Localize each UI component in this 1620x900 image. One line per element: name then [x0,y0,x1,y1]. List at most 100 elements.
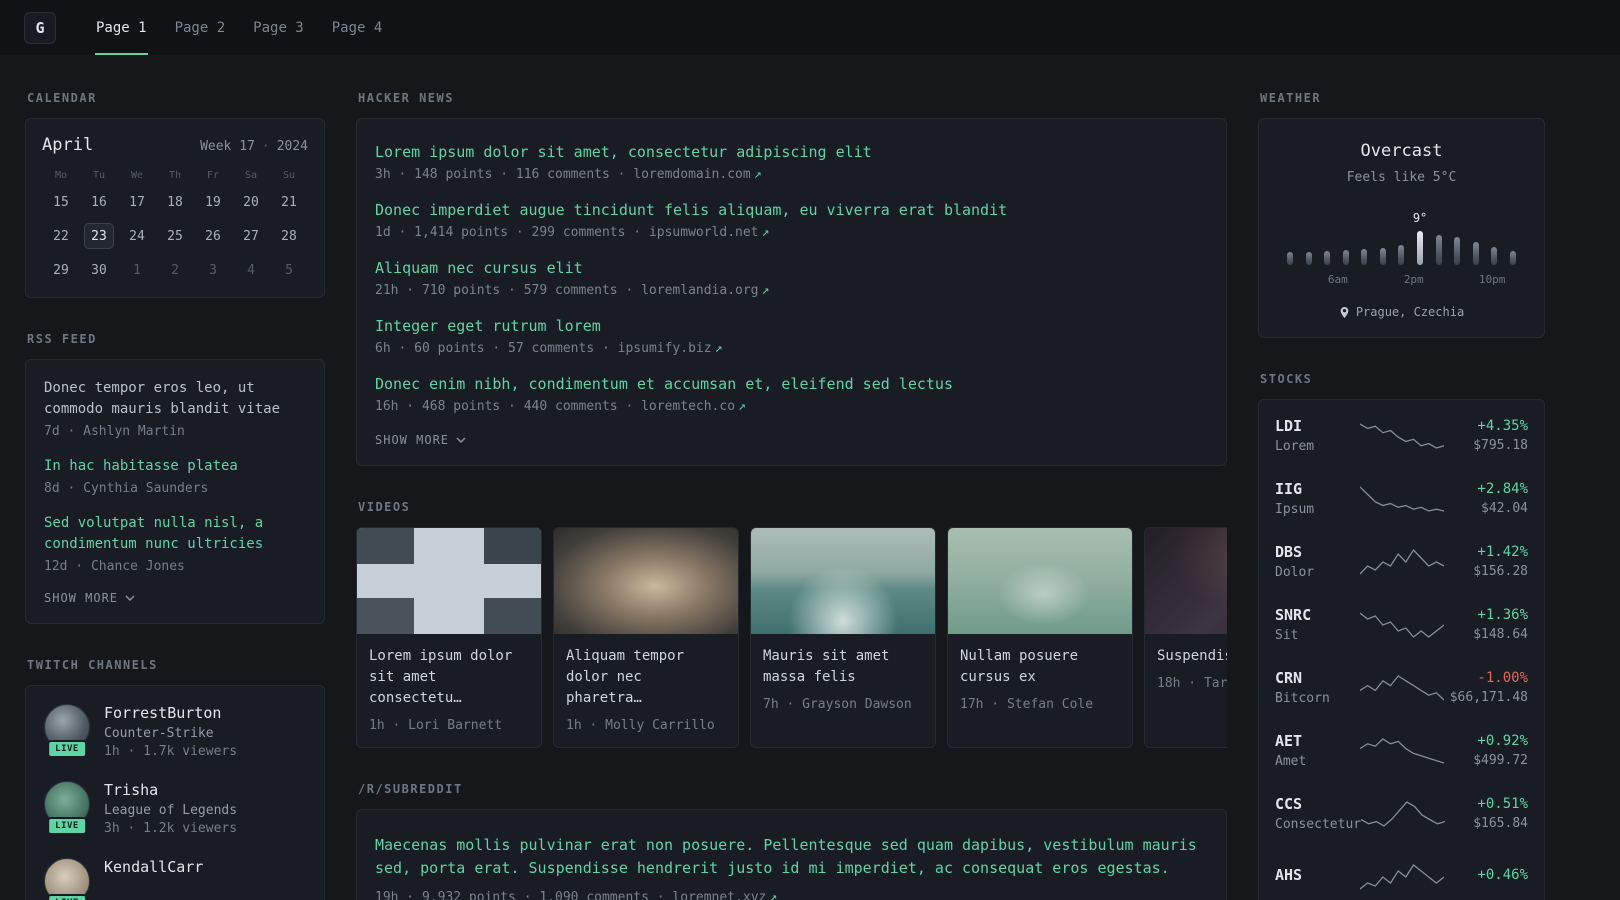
video-meta: 7h · Grayson Dawson [763,697,912,712]
tab-page-1[interactable]: Page 1 [82,0,161,55]
video-card[interactable]: Mauris sit amet massa felis 7h · Grayson… [750,527,936,748]
hn-show-more-button[interactable]: SHOW MORE [375,433,1208,447]
videos-widget: VIDEOS Lorem ipsum dolor sit amet consec… [356,500,1227,748]
hn-source-link[interactable]: loremtech.co ↗ [641,399,746,414]
video-title[interactable]: Nullam posuere cursus ex [960,646,1120,688]
video-card[interactable]: Lorem ipsum dolor sit amet consectetu… 1… [356,527,542,748]
stock-change: +0.92% [1477,733,1528,749]
twitch-channel[interactable]: LIVE ForrestBurton Counter-Strike 1h · 1… [44,704,306,759]
stock-sparkline-slot [1359,673,1444,703]
twitch-header: TWITCH CHANNELS [27,658,158,672]
hn-source-link[interactable]: ipsumify.biz ↗ [618,341,723,356]
calendar-day: 21 [281,194,297,210]
video-title[interactable]: Suspendisse diam [1157,646,1227,667]
stocks-widget: STOCKS LDI Lorem +4.35% $795.18 IIG Ipsum +… [1258,372,1545,900]
stock-row[interactable]: AHS +0.46% [1259,845,1544,900]
right-column: WEATHER Overcast Feels like 5°C 9° 6am 2… [1258,91,1545,900]
live-badge: LIVE [47,740,87,758]
stock-row[interactable]: CCS Consectetur +0.51% $165.84 [1259,782,1544,845]
calendar-day: 20 [243,194,259,210]
hn-source-link[interactable]: ipsumworld.net ↗ [649,225,769,240]
rss-item: Donec tempor eros leo, ut commodo mauris… [44,378,306,439]
chevron-down-icon [125,595,135,601]
stock-row[interactable]: DBS Dolor +1.42% $156.28 [1259,530,1544,593]
tab-page-4[interactable]: Page 4 [318,0,397,55]
video-thumbnail[interactable] [751,528,935,634]
video-meta: 1h · Molly Carrillo [566,718,715,733]
stocks-card: LDI Lorem +4.35% $795.18 IIG Ipsum +2.84% $4… [1258,399,1545,900]
stock-symbol: CCS [1275,795,1303,813]
hn-story-link[interactable]: Aliquam nec cursus elit [375,259,1208,277]
video-title[interactable]: Aliquam tempor dolor nec pharetra… [566,646,726,709]
rss-card: Donec tempor eros leo, ut commodo mauris… [25,359,325,624]
hn-item: Donec enim nibh, condimentum et accumsan… [375,375,1208,414]
rss-item-meta: 12d · Chance Jones [44,559,185,574]
twitch-channel[interactable]: LIVE KendallCarr [44,858,306,900]
subreddit-card: Maecenas mollis pulvinar erat non posuer… [356,809,1227,900]
stock-sparkline [1359,422,1444,449]
hn-story-link[interactable]: Lorem ipsum dolor sit amet, consectetur … [375,143,1208,161]
calendar-day: 28 [281,228,297,244]
hackernews-card: Lorem ipsum dolor sit amet, consectetur … [356,118,1227,466]
external-link-icon: ↗ [738,399,746,414]
stock-row[interactable]: SNRC Sit +1.36% $148.64 [1259,593,1544,656]
video-thumbnail[interactable] [1145,528,1227,634]
stock-row[interactable]: IIG Ipsum +2.84% $42.04 [1259,467,1544,530]
video-title[interactable]: Mauris sit amet massa felis [763,646,923,688]
video-thumbnail[interactable] [948,528,1132,634]
topbar: G Page 1 Page 2 Page 3 Page 4 [0,0,1620,55]
twitch-channel[interactable]: LIVE Trisha League of Legends 3h · 1.2k … [44,781,306,836]
left-column: CALENDAR April Week 17 · 2024 Mo Tu We Th … [25,91,325,900]
tab-page-3[interactable]: Page 3 [239,0,318,55]
stock-name: Dolor [1275,565,1315,580]
rss-item: In hac habitasse platea 8d · Cynthia Sau… [44,456,306,496]
tab-page-2[interactable]: Page 2 [161,0,240,55]
rss-item-link[interactable]: Sed volutpat nulla nisl, a condimentum n… [44,513,306,555]
hn-story-link[interactable]: Donec imperdiet augue tincidunt felis al… [375,201,1208,219]
rss-item: Sed volutpat nulla nisl, a condimentum n… [44,513,306,574]
video-card[interactable]: Nullam posuere cursus ex 17h · Stefan Co… [947,527,1133,748]
video-thumbnail[interactable] [554,528,738,634]
calendar-day: 24 [129,228,145,244]
hn-item: Integer eget rutrum lorem 6h · 60 points… [375,317,1208,356]
stock-name: Amet [1275,754,1307,769]
stock-sparkline [1359,548,1444,574]
center-column: HACKER NEWS Lorem ipsum dolor sit amet, … [356,91,1227,900]
video-title[interactable]: Lorem ipsum dolor sit amet consectetu… [369,646,529,709]
video-card[interactable]: Aliquam tempor dolor nec pharetra… 1h · … [553,527,739,748]
calendar-day-next-month: 1 [133,262,141,278]
video-meta: 1h · Lori Barnett [369,718,503,733]
weather-card: Overcast Feels like 5°C 9° 6am 2pm 10pm … [1258,118,1545,338]
rss-item-link[interactable]: Donec tempor eros leo, ut commodo mauris… [44,378,306,420]
video-card[interactable]: Suspendisse diam 18h · Tara [1144,527,1227,748]
stock-change: +1.36% [1477,607,1528,623]
weather-bar [1506,209,1520,265]
app-logo[interactable]: G [24,11,56,44]
stock-row[interactable]: LDI Lorem +4.35% $795.18 [1259,404,1544,467]
rss-header: RSS FEED [27,332,97,346]
hn-item: Donec imperdiet augue tincidunt felis al… [375,201,1208,240]
calendar-widget: CALENDAR April Week 17 · 2024 Mo Tu We Th … [25,91,325,298]
stock-change: +0.51% [1477,796,1528,812]
stock-name: Bitcorn [1275,691,1330,706]
hn-item: Aliquam nec cursus elit 21h · 710 points… [375,259,1208,298]
hn-source-link[interactable]: loremdomain.com ↗ [633,167,761,182]
rss-item-link[interactable]: In hac habitasse platea [44,456,306,477]
hn-source-link[interactable]: loremlandia.org ↗ [641,283,769,298]
stock-sparkline [1361,800,1446,827]
channel-game: League of Legends [104,803,238,818]
hn-story-link[interactable]: Integer eget rutrum lorem [375,317,1208,335]
stock-name: Consectetur [1275,817,1362,832]
weather-bar [1487,209,1501,265]
hn-story-meta: 21h · 710 points · 579 comments · loreml… [375,283,770,298]
hn-story-link[interactable]: Donec enim nibh, condimentum et accumsan… [375,375,1208,393]
rss-show-more-button[interactable]: SHOW MORE [44,591,306,605]
stock-change: +0.46% [1477,866,1528,883]
video-thumbnail[interactable] [357,528,541,634]
subreddit-post-link[interactable]: Maecenas mollis pulvinar erat non posuer… [375,834,1208,881]
hackernews-header: HACKER NEWS [358,91,454,105]
stock-row[interactable]: AET Amet +0.92% $499.72 [1259,719,1544,782]
stock-change: +1.42% [1477,544,1528,560]
stock-row[interactable]: CRN Bitcorn -1.00% $66,171.48 [1259,656,1544,719]
subreddit-source-link[interactable]: loremnet.xyz ↗ [672,890,777,900]
